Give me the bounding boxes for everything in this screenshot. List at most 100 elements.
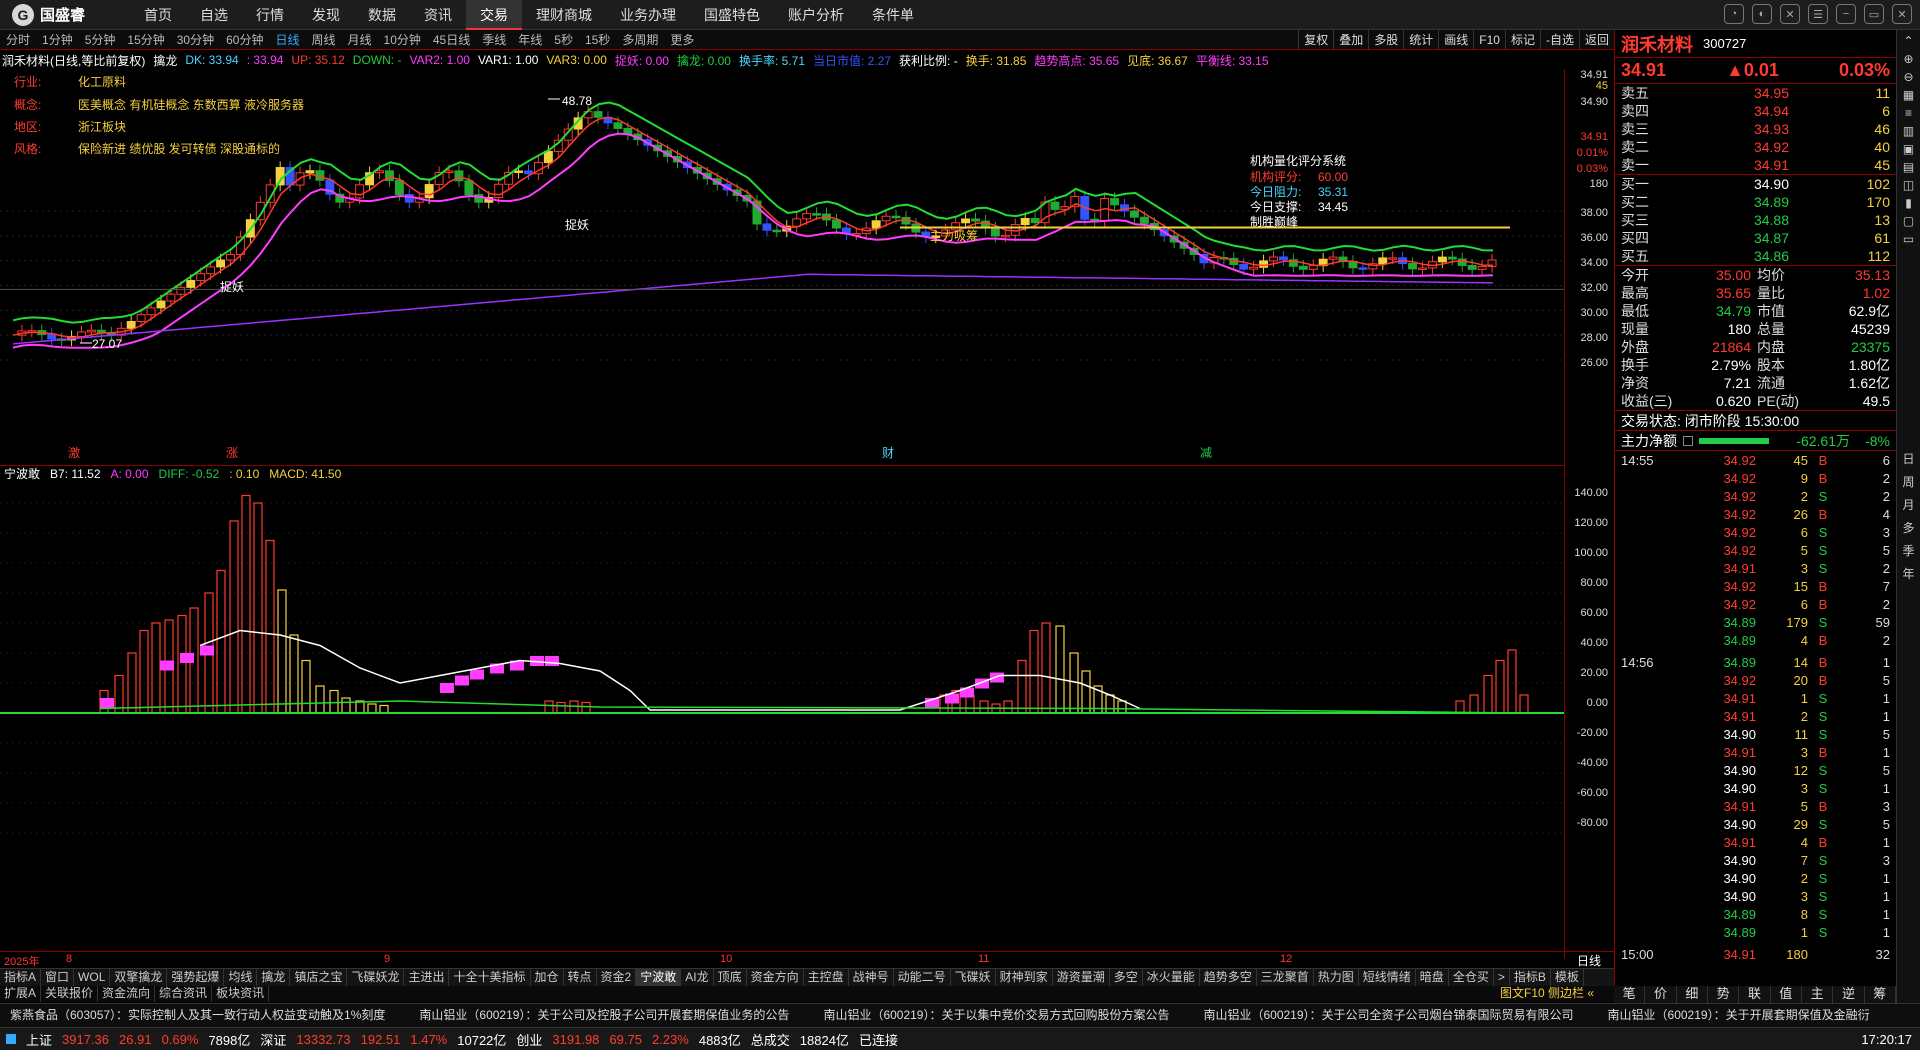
- menu-item[interactable]: 国盛特色: [690, 0, 774, 30]
- period-tab[interactable]: 周线: [305, 31, 341, 48]
- indicator-tab[interactable]: 资金方向: [747, 969, 804, 986]
- panel-tab[interactable]: 联: [1739, 986, 1771, 1003]
- indicator-tab[interactable]: 全仓买: [1449, 969, 1494, 986]
- news-item[interactable]: 南山铝业（600219）：关于开展套期保值及金融衍: [1608, 1008, 1870, 1022]
- info-tab[interactable]: 综合资讯: [155, 986, 213, 1002]
- up-arrow-icon[interactable]: ⌃: [1900, 34, 1918, 48]
- period-tab[interactable]: 更多: [664, 31, 700, 48]
- panel-tab[interactable]: 价: [1645, 986, 1677, 1003]
- chart-icon[interactable]: ▥: [1900, 124, 1918, 138]
- minimize-icon[interactable]: −: [1836, 4, 1856, 24]
- indicator-tab[interactable]: 三龙聚首: [1257, 969, 1314, 986]
- indicator-tab[interactable]: 顶底: [714, 969, 747, 986]
- indicator-tab[interactable]: 短线情绪: [1359, 969, 1416, 986]
- side-period[interactable]: 周: [1900, 473, 1918, 490]
- bars-icon[interactable]: ▮: [1900, 196, 1918, 210]
- tool-button[interactable]: 多股: [1368, 30, 1403, 50]
- menu-item[interactable]: 业务办理: [606, 0, 690, 30]
- menu-item[interactable]: 发现: [298, 0, 354, 30]
- period-tab[interactable]: 15分钟: [121, 31, 170, 48]
- expand-icon[interactable]: [1683, 435, 1693, 446]
- panel-tab[interactable]: 值: [1771, 986, 1802, 1003]
- indicator-tab[interactable]: 强势起爆: [167, 969, 225, 986]
- indicator-tab[interactable]: 转点: [564, 969, 597, 986]
- indicator-tab[interactable]: 财神到家: [996, 969, 1053, 986]
- plus-icon[interactable]: ⊕: [1900, 52, 1918, 66]
- menu-item[interactable]: 条件单: [858, 0, 928, 30]
- indicator-tab[interactable]: 主进出: [404, 969, 450, 986]
- window-icon[interactable]: ▭: [1900, 232, 1918, 246]
- indicator-tab[interactable]: 游资量潮: [1053, 969, 1110, 986]
- panel-tab[interactable]: 笔: [1614, 986, 1646, 1003]
- panel-tab[interactable]: 逆: [1833, 986, 1865, 1003]
- side-period[interactable]: 月: [1900, 496, 1918, 513]
- menu-item[interactable]: 理财商城: [522, 0, 606, 30]
- indicator-tab[interactable]: 模板: [1551, 969, 1584, 986]
- indicator-name[interactable]: 擒龙: [153, 52, 177, 69]
- panel-tab[interactable]: 筹: [1865, 986, 1896, 1003]
- indicator-tab[interactable]: 擒龙: [257, 969, 291, 986]
- tool-button[interactable]: 统计: [1403, 30, 1438, 50]
- rsi-icon[interactable]: ◫: [1900, 178, 1918, 192]
- period-tab[interactable]: 10分钟: [378, 31, 427, 48]
- panel-tab[interactable]: 细: [1677, 986, 1708, 1003]
- tools-icon[interactable]: ✕: [1780, 4, 1800, 24]
- list-icon[interactable]: ≡: [1900, 106, 1918, 120]
- menu-icon[interactable]: ☰: [1808, 4, 1828, 24]
- tool-button[interactable]: 画线: [1438, 30, 1473, 50]
- side-period[interactable]: 多: [1900, 519, 1918, 536]
- indicator-tab[interactable]: 趋势多空: [1200, 969, 1257, 986]
- side-period[interactable]: 年: [1900, 565, 1918, 582]
- side-period[interactable]: 日: [1900, 450, 1918, 467]
- indicator-tab[interactable]: 双擎擒龙: [110, 969, 168, 986]
- menu-item[interactable]: 行情: [242, 0, 298, 30]
- indicator-tab[interactable]: 主控盘: [804, 969, 849, 986]
- indicator-tab[interactable]: 十全十美指标: [449, 969, 531, 986]
- macd-chart[interactable]: [0, 481, 1564, 951]
- indicator-tab[interactable]: 指标B: [1510, 969, 1551, 986]
- period-tab[interactable]: 45日线: [427, 31, 476, 48]
- panel-tab[interactable]: 主: [1802, 986, 1834, 1003]
- period-tab[interactable]: 30分钟: [171, 31, 220, 48]
- kline-chart[interactable]: 行业: 化工原料概念: 医美概念 有机硅概念 东数西算 液冷服务器地区: 浙江板块风格…: [0, 69, 1564, 464]
- indicator-tab[interactable]: 战神号: [849, 969, 894, 986]
- indicator-tab[interactable]: 加仓: [531, 969, 564, 986]
- period-tab[interactable]: 分时: [0, 31, 36, 48]
- period-tab[interactable]: 60分钟: [220, 31, 269, 48]
- period-tab[interactable]: 1分钟: [36, 31, 79, 48]
- indicator-tab[interactable]: 窗口: [41, 969, 75, 986]
- indicator-tab[interactable]: 暗盘: [1416, 969, 1449, 986]
- indicator-tab[interactable]: 动能二号: [894, 969, 951, 986]
- info-tab[interactable]: 关联报价: [41, 986, 99, 1002]
- indicator-tab[interactable]: 资金2: [597, 969, 637, 986]
- tool-button[interactable]: 叠加: [1333, 30, 1368, 50]
- period-tab[interactable]: 15秒: [579, 31, 616, 48]
- skin-icon[interactable]: ◐: [1752, 4, 1772, 24]
- indicator-tab[interactable]: 指标A: [0, 969, 42, 986]
- indicator-tab[interactable]: 宁波敢: [636, 969, 682, 986]
- indicator-tab[interactable]: 均线: [224, 969, 258, 986]
- period-tab[interactable]: 月线: [342, 31, 378, 48]
- indicator-tab[interactable]: 冰火量能: [1143, 969, 1200, 986]
- period-tab[interactable]: 日线: [269, 31, 305, 48]
- info-tab[interactable]: 扩展A: [0, 986, 42, 1002]
- minus-icon[interactable]: ⊖: [1900, 70, 1918, 84]
- menu-item[interactable]: 交易: [466, 0, 522, 30]
- tool-button[interactable]: 标记: [1504, 30, 1540, 50]
- panel-tab[interactable]: 势: [1708, 986, 1740, 1003]
- menu-item[interactable]: 资讯: [410, 0, 466, 30]
- info-tab[interactable]: 板块资讯: [212, 986, 270, 1002]
- menu-item[interactable]: 数据: [354, 0, 410, 30]
- indicator-tab[interactable]: 热力图: [1314, 969, 1359, 986]
- box-icon[interactable]: ▢: [1900, 214, 1918, 228]
- maximize-icon[interactable]: ▭: [1864, 4, 1884, 24]
- tick-list[interactable]: 14:55 34.92 45 B 6 34.92 9 B 2 34.92 2 S 2 34.92 26 B 4 3…: [1615, 451, 1896, 963]
- sub-indicator-name[interactable]: 宁波敢: [4, 465, 40, 482]
- indicator-tab[interactable]: WOL: [74, 969, 111, 986]
- grid-icon[interactable]: ▦: [1900, 88, 1918, 102]
- news-ticker[interactable]: 紫燕食品（603057）：实际控制人及其一致行动人权益变动触及1%刻度 南山铝业（…: [0, 1003, 1920, 1027]
- tool-button[interactable]: F10: [1473, 30, 1505, 50]
- period-tab[interactable]: 季线: [476, 31, 512, 48]
- tool-button[interactable]: -自选: [1539, 30, 1579, 50]
- tool-button[interactable]: 复权: [1298, 30, 1333, 50]
